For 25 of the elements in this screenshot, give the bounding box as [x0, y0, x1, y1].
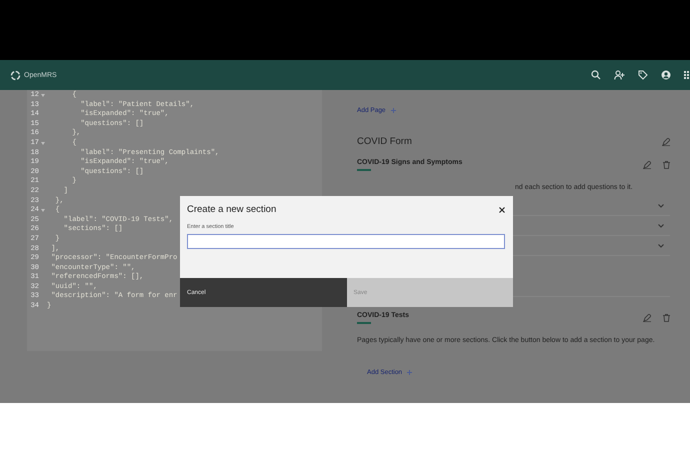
chevron-icon	[658, 244, 664, 248]
fold-caret-icon[interactable]	[41, 94, 45, 98]
user-avatar-icon[interactable]	[661, 70, 671, 80]
app-grid-icon[interactable]	[684, 70, 690, 80]
edit-icon[interactable]	[643, 161, 651, 169]
close-icon[interactable]	[499, 206, 505, 212]
form-title: COVID Form	[357, 136, 412, 147]
tag-icon[interactable]	[638, 70, 648, 80]
user-plus-icon[interactable]	[614, 70, 625, 80]
edit-icon[interactable]	[662, 138, 670, 146]
fold-caret-icon[interactable]	[41, 142, 45, 146]
chevron-icon	[658, 224, 664, 228]
trash-icon[interactable]	[663, 161, 670, 169]
trash-icon[interactable]	[663, 314, 670, 322]
modal-title: Create a new section	[187, 204, 276, 215]
plus-icon	[390, 108, 396, 113]
chevron-icon	[658, 204, 664, 208]
section-title-underline	[357, 322, 371, 324]
search-icon[interactable]	[591, 70, 601, 80]
plus-icon	[407, 370, 412, 375]
fold-caret-icon[interactable]	[41, 209, 45, 212]
logo-icon	[10, 70, 21, 80]
section-title-underline	[357, 169, 371, 171]
edit-icon[interactable]	[643, 314, 651, 322]
section-title-input[interactable]	[187, 234, 505, 249]
